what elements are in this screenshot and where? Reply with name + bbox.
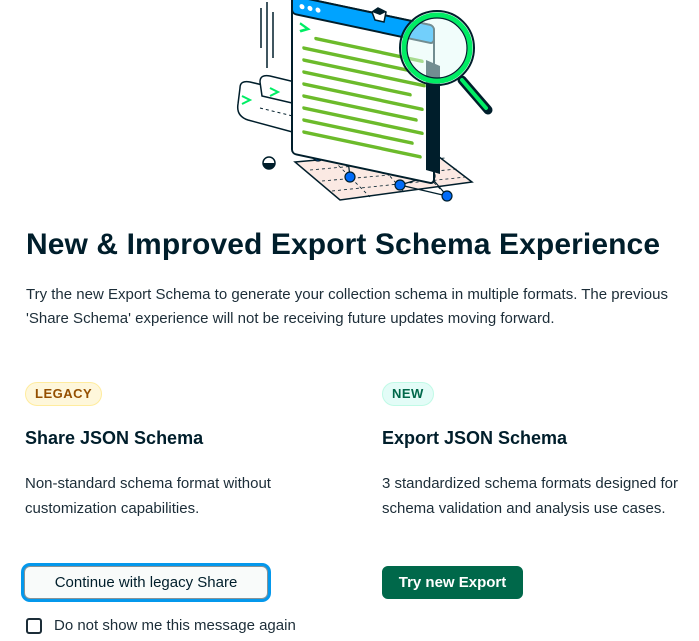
new-heading: Export JSON Schema [382,428,568,448]
continue-legacy-share-button[interactable]: Continue with legacy Share [24,566,268,599]
new-badge: NEW [382,382,434,406]
legacy-description: Non-standard schema format without custo… [25,475,271,517]
legacy-badge: LEGACY [25,382,103,406]
new-description: 3 standardized schema formats designed f… [382,475,678,517]
dont-show-again-checkbox[interactable] [26,617,42,634]
modal-title: New & Improved Export Schema Experience [26,228,661,261]
try-new-export-button[interactable]: Try new Export [382,566,523,599]
schema-magnifier-illustration [200,0,520,215]
new-option: NEW Export JSON Schema 3 standardized sc… [382,382,682,521]
modal-description: Try the new Export Schema to generate yo… [26,286,668,327]
legacy-option: LEGACY Share JSON Schema Non-standard sc… [25,382,325,521]
legacy-heading: Share JSON Schema [25,428,204,448]
dont-show-again-row[interactable]: Do not show me this message again [26,617,296,634]
dont-show-again-label[interactable]: Do not show me this message again [54,617,296,634]
